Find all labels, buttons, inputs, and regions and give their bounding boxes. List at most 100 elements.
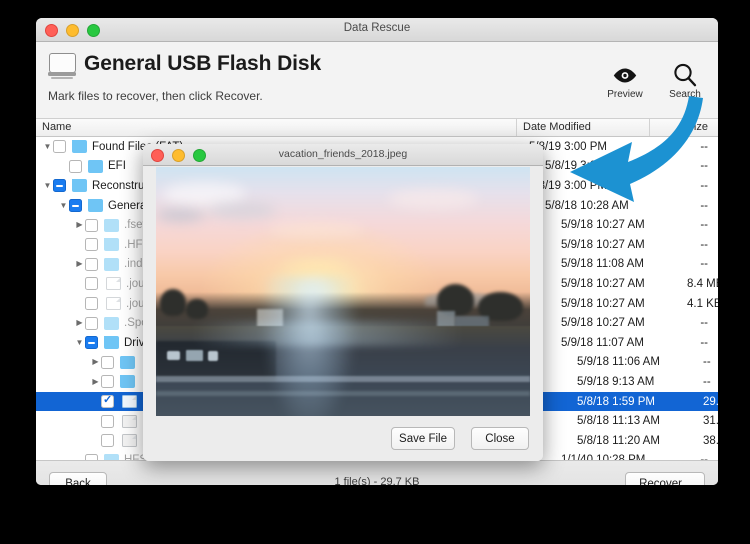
window-title: Data Rescue	[36, 22, 718, 34]
row-checkbox[interactable]	[85, 277, 98, 290]
column-divider[interactable]	[516, 119, 517, 136]
row-checkbox[interactable]	[101, 415, 114, 428]
column-divider[interactable]	[649, 119, 650, 136]
twisty-spacer: ▼	[90, 398, 101, 406]
row-checkbox[interactable]	[85, 238, 98, 251]
row-size-cell: --	[687, 337, 718, 349]
row-checkbox[interactable]	[69, 199, 82, 212]
row-checkbox[interactable]	[53, 140, 66, 153]
row-date-cell: 5/9/18 11:08 AM	[554, 258, 687, 270]
screen: Data Rescue General USB Flash Disk Mark …	[0, 0, 750, 544]
row-size-cell: --	[671, 200, 718, 212]
row-date-cell: 5/9/18 11:06 AM	[570, 356, 703, 368]
save-file-button[interactable]: Save File	[391, 427, 455, 450]
magnifier-icon	[662, 62, 708, 88]
row-checkbox[interactable]	[85, 258, 98, 271]
row-size-cell: --	[687, 317, 718, 329]
search-tool-button[interactable]: Search	[662, 62, 708, 100]
header-area: General USB Flash Disk Mark files to rec…	[36, 42, 718, 119]
row-size-cell: --	[687, 219, 718, 231]
folder-icon	[72, 179, 87, 192]
twisty-spacer: ▼	[58, 162, 69, 170]
chevron-right-icon[interactable]: ▶	[74, 319, 85, 327]
column-header-name[interactable]: Name	[42, 121, 71, 133]
row-date-cell: 5/9/18 11:07 AM	[554, 337, 687, 349]
hard-disk-icon	[48, 53, 76, 79]
folder-icon	[120, 356, 135, 369]
chevron-right-icon[interactable]: ▶	[74, 221, 85, 229]
chevron-right-icon[interactable]: ▶	[90, 378, 101, 386]
close-button[interactable]: Close	[471, 427, 529, 450]
twisty-spacer: ▼	[90, 417, 101, 425]
folder-icon	[104, 219, 119, 232]
row-checkbox[interactable]	[53, 179, 66, 192]
row-date-cell: 5/9/18 10:27 AM	[554, 239, 687, 251]
row-date-cell: 5/9/18 10:27 AM	[554, 278, 687, 290]
folder-icon	[104, 336, 119, 349]
recover-button[interactable]: Recover...	[625, 472, 705, 485]
folder-icon	[72, 140, 87, 153]
row-size-cell: --	[655, 141, 718, 153]
instruction-text: Mark files to recover, then click Recove…	[48, 89, 263, 103]
row-date-cell: 5/8/18 11:20 AM	[570, 435, 703, 447]
chevron-down-icon[interactable]: ▼	[74, 339, 85, 347]
row-checkbox[interactable]	[85, 336, 98, 349]
image-preview-dialog: vacation_friends_2018.jpeg	[143, 144, 543, 461]
row-date-cell: 5/9/18 10:27 AM	[554, 219, 687, 231]
document-icon	[106, 297, 121, 310]
document-icon	[122, 434, 137, 447]
row-name-label: EFI	[108, 160, 126, 172]
chevron-right-icon[interactable]: ▶	[74, 260, 85, 268]
folder-icon	[120, 375, 135, 388]
search-tool-label: Search	[662, 89, 708, 100]
preview-tool-button[interactable]: Preview	[602, 62, 648, 100]
row-checkbox[interactable]	[101, 375, 114, 388]
row-size-cell: 4.1 KB	[687, 298, 718, 310]
row-size-cell: --	[687, 258, 718, 270]
folder-icon	[104, 258, 119, 271]
status-text: 1 file(s) - 29.7 KB	[36, 476, 718, 485]
twisty-spacer: ▼	[74, 280, 85, 288]
row-checkbox[interactable]	[85, 317, 98, 330]
row-date-cell: 5/9/18 9:13 AM	[570, 376, 703, 388]
row-checkbox[interactable]	[101, 434, 114, 447]
folder-icon	[104, 317, 119, 330]
row-size-cell: --	[655, 180, 718, 192]
row-date-cell: 5/9/18 10:27 AM	[554, 317, 687, 329]
row-size-cell: --	[671, 160, 718, 172]
row-size-cell: --	[687, 239, 718, 251]
row-size-cell: 8.4 MB	[687, 278, 718, 290]
row-size-cell: 29.7 KB	[703, 396, 718, 408]
row-date-cell: 5/8/18 11:13 AM	[570, 415, 703, 427]
preview-tool-label: Preview	[602, 89, 648, 100]
chevron-down-icon[interactable]: ▼	[58, 202, 69, 210]
row-checkbox[interactable]	[69, 160, 82, 173]
row-checkbox[interactable]	[85, 219, 98, 232]
row-date-cell: 5/8/18 1:59 PM	[570, 396, 703, 408]
row-date-cell: 5/9/18 10:27 AM	[554, 298, 687, 310]
row-date-cell: 5/8/19 3:00 PM	[538, 160, 671, 172]
row-size-cell: 38.3 KB	[703, 435, 718, 447]
row-checkbox[interactable]	[101, 395, 114, 408]
row-size-cell: 31.1 KB	[703, 415, 718, 427]
column-header-date[interactable]: Date Modified	[523, 121, 591, 133]
chevron-down-icon[interactable]: ▼	[42, 143, 53, 151]
chevron-down-icon[interactable]: ▼	[42, 182, 53, 190]
row-size-cell: --	[703, 356, 718, 368]
document-icon	[106, 277, 121, 290]
window-titlebar: Data Rescue	[36, 18, 718, 42]
column-header-size[interactable]: Size	[687, 121, 708, 133]
preview-titlebar: vacation_friends_2018.jpeg	[143, 144, 543, 166]
row-checkbox[interactable]	[85, 297, 98, 310]
row-date-cell: 5/8/18 10:28 AM	[538, 200, 671, 212]
folder-icon	[104, 238, 119, 251]
row-checkbox[interactable]	[101, 356, 114, 369]
folder-icon	[88, 199, 103, 212]
twisty-spacer: ▼	[74, 241, 85, 249]
page-title: General USB Flash Disk	[84, 52, 321, 76]
eye-icon	[602, 62, 648, 88]
preview-footer: Save File Close	[143, 417, 543, 461]
chevron-right-icon[interactable]: ▶	[90, 358, 101, 366]
document-icon	[122, 395, 137, 408]
twisty-spacer: ▼	[74, 300, 85, 308]
